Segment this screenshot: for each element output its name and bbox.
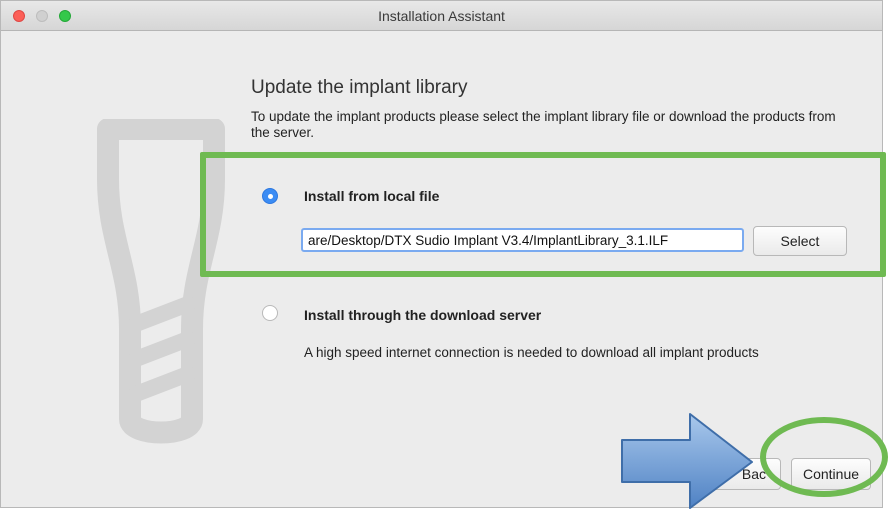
page-description: To update the implant products please se… bbox=[251, 109, 836, 140]
title-bar: Installation Assistant bbox=[1, 1, 882, 31]
radio-install-download-server[interactable] bbox=[262, 305, 278, 321]
highlight-ellipse bbox=[760, 417, 888, 497]
blue-arrow-icon bbox=[621, 413, 753, 509]
highlight-rectangle bbox=[200, 152, 886, 277]
download-server-description: A high speed internet connection is need… bbox=[304, 345, 759, 360]
window-title: Installation Assistant bbox=[378, 8, 505, 24]
page-heading: Update the implant library bbox=[251, 77, 468, 98]
option-label-download-server[interactable]: Install through the download server bbox=[304, 307, 541, 323]
